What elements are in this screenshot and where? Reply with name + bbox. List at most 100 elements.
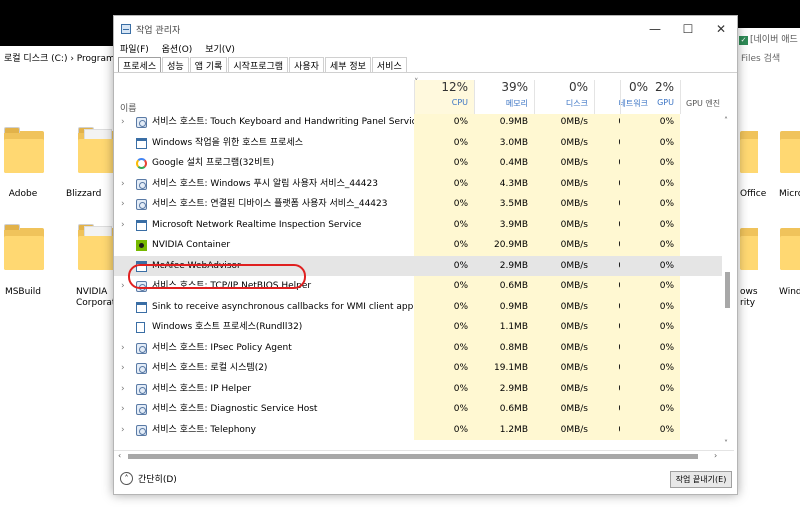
- close-button[interactable]: ✕: [707, 19, 735, 39]
- menu-bar: 파일(F) 옵션(O) 보기(V): [114, 42, 239, 56]
- fewer-details-button[interactable]: ˄ 간단히(D): [120, 472, 177, 485]
- process-name: 서비스 호스트: 연결된 디바이스 플랫폼 사용자 서비스_44423: [152, 199, 388, 209]
- scroll-down-icon[interactable]: ˅: [724, 439, 728, 448]
- expand-chevron-icon[interactable]: ›: [121, 174, 125, 195]
- gear-process-icon: [136, 199, 147, 210]
- process-cpu-cell: 0%: [414, 317, 474, 338]
- folder-label: NVIDIA Corporation: [76, 287, 114, 308]
- column-cpu[interactable]: 12% CPU: [414, 80, 474, 114]
- process-row[interactable]: Windows 호스트 프로세스(Rundll32)0%1.1MB0MB/s0M…: [114, 317, 722, 338]
- maximize-button[interactable]: ☐: [674, 19, 702, 39]
- process-cpu-cell: 0%: [414, 173, 474, 194]
- scroll-thumb[interactable]: [128, 454, 698, 459]
- tab-processes[interactable]: 프로세스: [118, 57, 162, 72]
- vertical-scrollbar[interactable]: ˄ ˅: [722, 114, 734, 450]
- process-name: NVIDIA Container: [152, 240, 231, 250]
- tab-performance[interactable]: 성능: [162, 57, 189, 72]
- expand-chevron-icon[interactable]: ›: [121, 194, 125, 215]
- minimize-button[interactable]: —: [641, 19, 669, 39]
- process-row[interactable]: ›서비스 호스트: Telephony0%1.2MB0MB/s0Mbps0%: [114, 419, 722, 441]
- process-cpu-cell: 0%: [414, 214, 474, 235]
- column-gpu-engine[interactable]: GPU 엔진: [680, 80, 732, 114]
- disk-total: 0%: [568, 80, 588, 94]
- process-row[interactable]: › 서비스 호스트: Windows 푸시 알림 사용자 서비스_44423 0% 4…: [114, 173, 722, 195]
- process-row[interactable]: › Microsoft Network Realtime Inspection S…: [114, 214, 722, 236]
- title-bar[interactable]: 작업 관리자 — ☐ ✕: [114, 16, 737, 42]
- process-cpu-cell: 0%: [414, 235, 474, 256]
- process-mem-cell: 0.9MB: [474, 296, 534, 317]
- process-gpu-cell: 0%: [620, 194, 680, 215]
- process-name: Microsoft Network Realtime Inspection Se…: [152, 219, 362, 230]
- tab-details[interactable]: 세부 정보: [324, 57, 371, 72]
- column-disk[interactable]: 0% 디스크: [534, 80, 594, 114]
- expand-chevron-icon[interactable]: ›: [121, 399, 125, 420]
- expand-chevron-icon[interactable]: ›: [121, 379, 125, 400]
- horizontal-scrollbar[interactable]: ‹ ›: [114, 450, 734, 461]
- folder-label: Blizzard: [66, 189, 102, 199]
- tab-services[interactable]: 서비스: [371, 57, 407, 72]
- process-name: 서비스 호스트: Windows 푸시 알림 사용자 서비스_44423: [152, 178, 378, 189]
- folder-icon[interactable]: [2, 125, 46, 183]
- process-mem-cell: 4.3MB: [474, 173, 534, 194]
- process-row[interactable]: ›서비스 호스트: IP Helper0%2.9MB0MB/s0Mbps0%: [114, 378, 722, 400]
- scroll-thumb[interactable]: [725, 272, 730, 308]
- process-row[interactable]: ›서비스 호스트: 로컬 시스템(2)0%19.1MB0MB/s0Mbps0%: [114, 358, 722, 379]
- expand-chevron-icon[interactable]: ›: [121, 338, 125, 359]
- process-gpu-cell: 0%: [620, 235, 680, 256]
- process-row[interactable]: › 서비스 호스트: 연결된 디바이스 플랫폼 사용자 서비스_44423 0% 3.…: [114, 194, 722, 215]
- expand-chevron-icon[interactable]: ›: [121, 276, 125, 297]
- menu-options[interactable]: 옵션(O): [162, 45, 193, 55]
- expand-chevron-icon[interactable]: ›: [121, 420, 125, 441]
- column-memory[interactable]: 39% 메모리: [474, 80, 534, 114]
- process-gpu-cell: 0%: [620, 214, 680, 235]
- process-cpu-cell: 0%: [414, 358, 474, 379]
- folder-icon[interactable]: [778, 222, 800, 280]
- scroll-up-icon[interactable]: ˄: [724, 116, 728, 125]
- column-name[interactable]: 이름: [120, 101, 137, 114]
- column-gpu[interactable]: 2% GPU: [620, 80, 680, 114]
- folder-label: Windo: [779, 287, 800, 297]
- tab-startup[interactable]: 시작프로그램: [228, 57, 289, 72]
- menu-view[interactable]: 보기(V): [205, 45, 235, 55]
- gpu-engine-label: GPU 엔진: [686, 99, 721, 108]
- disk-label: 디스크: [565, 99, 588, 108]
- process-mem-cell: 3.0MB: [474, 132, 534, 153]
- browser-tab-fragment[interactable]: ✓ [네이버 애드: [737, 28, 800, 48]
- menu-file[interactable]: 파일(F): [120, 45, 149, 55]
- process-disk-cell: 0MB/s: [534, 255, 594, 276]
- tab-users[interactable]: 사용자: [289, 57, 324, 72]
- tab-app-history[interactable]: 앱 기록: [189, 57, 228, 72]
- process-name: Sink to receive asynchronous callbacks f…: [152, 301, 438, 312]
- process-row[interactable]: › 서비스 호스트: IPsec Policy Agent 0% 0.8MB 0MB/s…: [114, 337, 722, 359]
- memory-label: 메모리: [505, 99, 528, 108]
- process-row[interactable]: NVIDIA Container0%20.9MB0MB/s0Mbps0%: [114, 235, 722, 256]
- expand-chevron-icon[interactable]: ›: [121, 114, 125, 133]
- explorer-address-bar[interactable]: 로컬 디스크 (C:) › Program: [0, 46, 113, 68]
- folder-icon[interactable]: [2, 222, 46, 280]
- process-row[interactable]: › 서비스 호스트: Diagnostic Service Host 0% 0.6MB…: [114, 399, 722, 420]
- process-row[interactable]: Google 설치 프로그램(32비트)0%0.4MB0MB/s0Mbps0%: [114, 153, 722, 174]
- process-row[interactable]: › 서비스 호스트: Touch Keyboard and Handwriting…: [114, 114, 722, 133]
- process-mem-cell: 0.6MB: [474, 399, 534, 420]
- memory-total: 39%: [501, 80, 528, 94]
- process-disk-cell: 0MB/s: [534, 153, 594, 174]
- end-task-button[interactable]: 작업 끝내기(E): [670, 471, 732, 488]
- process-cpu-cell: 0%: [414, 194, 474, 215]
- folder-icon[interactable]: [738, 125, 758, 183]
- expand-chevron-icon[interactable]: ›: [121, 215, 125, 236]
- folder-icon[interactable]: [738, 222, 758, 280]
- expand-chevron-icon[interactable]: ›: [121, 358, 125, 379]
- gear-process-icon: [136, 383, 147, 395]
- process-gpu-cell: 0%: [620, 276, 680, 297]
- process-row[interactable]: Sink to receive asynchronous callbacks f…: [114, 296, 722, 317]
- folder-icon[interactable]: [778, 125, 800, 183]
- window-process-icon: [136, 301, 147, 313]
- gear-process-icon: [136, 404, 147, 415]
- process-name: Google 설치 프로그램(32비트): [152, 158, 275, 168]
- scroll-left-icon[interactable]: ‹: [118, 451, 121, 460]
- process-mem-cell: 1.1MB: [474, 317, 534, 338]
- process-disk-cell: 0MB/s: [534, 419, 594, 440]
- explorer-search-input[interactable]: Files 검색: [737, 46, 800, 68]
- scroll-right-icon[interactable]: ›: [714, 451, 717, 460]
- process-row[interactable]: Windows 작업을 위한 호스트 프로세스0%3.0MB0MB/s0Mbps…: [114, 132, 722, 153]
